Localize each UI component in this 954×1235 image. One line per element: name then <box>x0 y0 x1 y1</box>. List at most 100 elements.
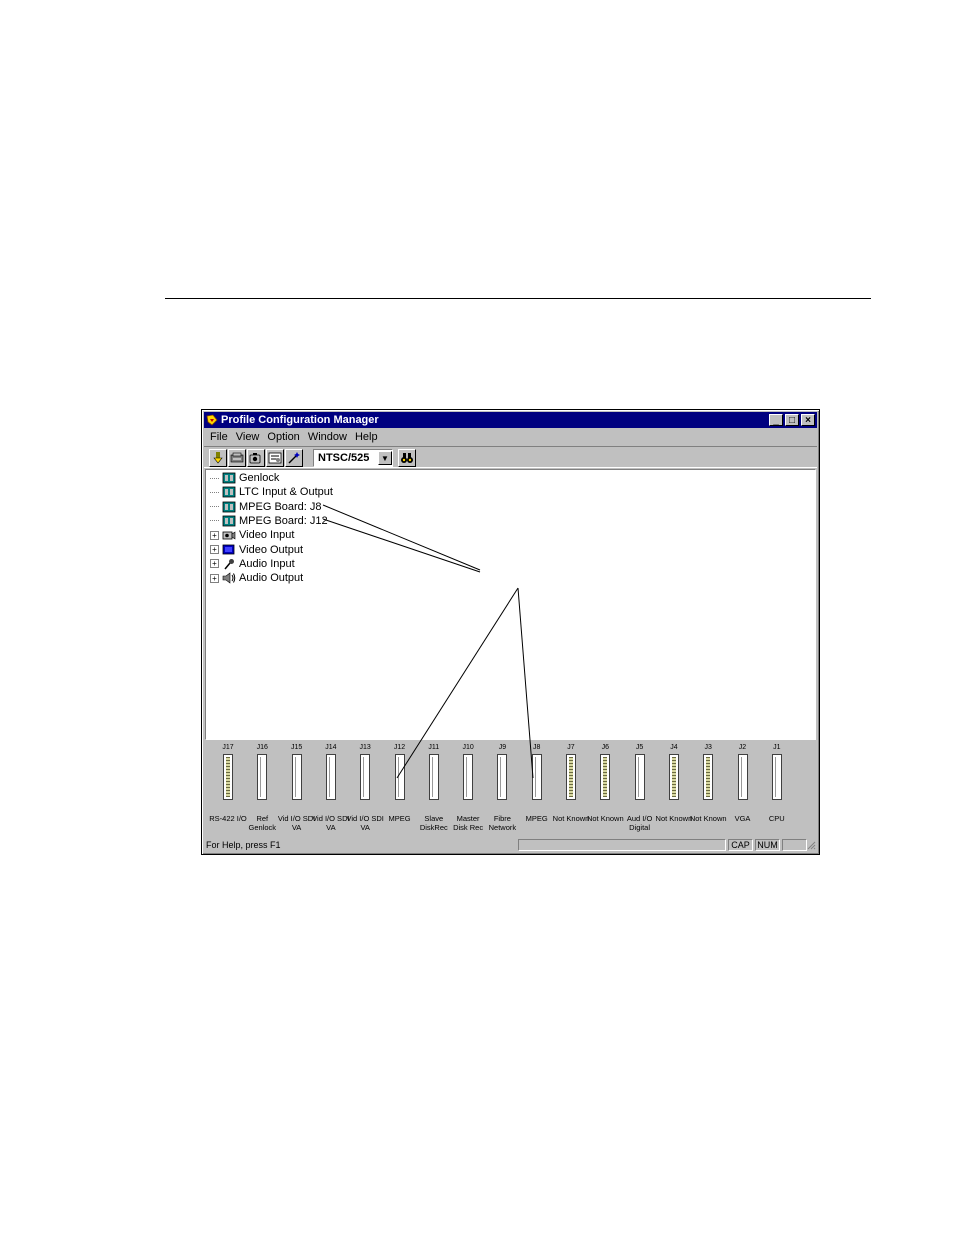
menu-help[interactable]: Help <box>351 431 382 443</box>
connector-pins <box>569 757 573 797</box>
tree-node[interactable]: + Audio Input <box>206 557 295 571</box>
board-icon <box>230 452 244 463</box>
slot-connector[interactable] <box>634 754 645 800</box>
menu-option[interactable]: Option <box>263 431 303 443</box>
slot-board-name: RS-422 I/O <box>209 814 247 823</box>
import-icon <box>213 452 223 464</box>
tree-node[interactable]: + Video Input <box>206 528 294 542</box>
slot-board-name: Aud I/O Digital <box>626 814 653 832</box>
settings-button[interactable] <box>266 449 284 467</box>
status-progress-pane <box>518 839 726 851</box>
tree-node[interactable]: MPEG Board: J8 <box>206 500 322 514</box>
slot-j15[interactable]: J15 Vid I/O SDI VA <box>278 741 315 837</box>
slot-board-name: CPU <box>768 814 785 823</box>
slot-id: J1 <box>773 744 781 751</box>
slot-j7[interactable]: J7 Not Known <box>553 741 590 837</box>
wizard-button[interactable] <box>285 449 303 467</box>
slot-j3[interactable]: J3 Not Known <box>689 741 727 837</box>
menu-view[interactable]: View <box>232 431 264 443</box>
slot-j14[interactable]: J14 Vid I/O SDI VA <box>312 741 349 837</box>
connector-pins <box>671 757 676 797</box>
video-standard-select[interactable]: NTSC/525 ▼ <box>313 449 393 467</box>
board-button[interactable] <box>228 449 246 467</box>
app-icon[interactable] <box>206 414 218 426</box>
slot-connector[interactable] <box>257 754 268 800</box>
tree-node[interactable]: + Audio Output <box>206 571 303 585</box>
board-icon <box>222 472 236 484</box>
slot-connector[interactable] <box>360 754 371 800</box>
slot-connector[interactable] <box>394 754 405 800</box>
menu-window[interactable]: Window <box>304 431 351 443</box>
close-button[interactable]: × <box>801 414 815 426</box>
tree-connector <box>210 506 219 508</box>
tree-node-label: MPEG Board: J8 <box>239 500 322 513</box>
connector-pins <box>328 757 334 797</box>
tree-node-label: Video Output <box>239 543 304 556</box>
chevron-down-icon[interactable]: ▼ <box>378 451 392 465</box>
slot-j1[interactable]: J1 CPU <box>760 741 794 837</box>
slot-connector[interactable] <box>463 754 474 800</box>
minimize-button[interactable]: _ <box>769 414 783 426</box>
slot-j13[interactable]: J13 Vid I/O SDI VA <box>346 741 383 837</box>
expand-icon[interactable]: + <box>210 573 219 583</box>
slot-j10[interactable]: J10 Master Disk Rec <box>451 741 485 837</box>
tree-node[interactable]: Genlock <box>206 471 279 485</box>
slot-id: J16 <box>256 744 268 751</box>
tree-connector <box>210 491 219 493</box>
slot-j5[interactable]: J5 Aud I/O Digital <box>623 741 657 837</box>
slot-j11[interactable]: J11 Slave DiskRec <box>417 741 451 837</box>
slot-j16[interactable]: J16 Ref Genlock <box>245 741 279 837</box>
camera-button[interactable] <box>247 449 265 467</box>
monitor-icon <box>222 544 236 556</box>
slot-connector[interactable] <box>668 754 679 800</box>
tree-node[interactable]: MPEG Board: J12 <box>206 514 328 528</box>
slot-connector[interactable] <box>703 754 714 800</box>
connector-pins <box>534 757 540 797</box>
tree-node[interactable]: LTC Input & Output <box>206 485 333 499</box>
slot-connector[interactable] <box>771 754 782 800</box>
slot-connector[interactable] <box>737 754 748 800</box>
slot-connector[interactable] <box>497 754 508 800</box>
slot-id: J3 <box>704 744 712 751</box>
window-title: Profile Configuration Manager <box>221 414 379 426</box>
slot-j8[interactable]: J8 MPEG <box>520 741 554 837</box>
slot-j9[interactable]: J9 Fibre Network <box>485 741 519 837</box>
slot-connector[interactable] <box>566 754 576 800</box>
slot-connector[interactable] <box>428 754 439 800</box>
slot-id: J6 <box>601 744 609 751</box>
connector-pins <box>466 757 472 797</box>
slot-id: J14 <box>325 744 337 751</box>
slot-j17[interactable]: J17 RS-422 I/O <box>209 741 247 837</box>
title-bar[interactable]: Profile Configuration Manager _ □ × <box>204 412 817 428</box>
slot-connector[interactable] <box>531 754 542 800</box>
slot-j4[interactable]: J4 Not Known <box>656 741 693 837</box>
maximize-button[interactable]: □ <box>785 414 799 426</box>
find-button[interactable] <box>398 449 416 467</box>
camera-icon <box>222 529 236 541</box>
connector-pins <box>260 757 266 797</box>
tree-node[interactable]: + Video Output <box>206 543 303 557</box>
configuration-tree[interactable]: Genlock LTC Input & Output MPEG Board: J8 M… <box>205 469 816 740</box>
expand-icon[interactable]: + <box>210 530 219 540</box>
slot-j12[interactable]: J12 MPEG <box>383 741 417 837</box>
slot-id: J4 <box>670 744 678 751</box>
slot-connector[interactable] <box>223 754 233 800</box>
slot-connector[interactable] <box>600 754 611 800</box>
slot-j6[interactable]: J6 Not Known <box>587 741 624 837</box>
slot-board-name: Ref Genlock <box>248 814 277 832</box>
slot-connector[interactable] <box>291 754 302 800</box>
expand-icon[interactable]: + <box>210 559 219 569</box>
expand-icon[interactable]: + <box>210 545 219 554</box>
slot-j2[interactable]: J2 VGA <box>726 741 760 837</box>
import-button[interactable] <box>209 449 227 467</box>
slot-board-name: MPEG <box>525 814 548 823</box>
connector-pins <box>774 757 780 797</box>
slot-id: J15 <box>290 744 303 751</box>
menu-file[interactable]: File <box>206 431 232 443</box>
connector-pins <box>500 757 506 797</box>
slot-id: J8 <box>532 744 541 751</box>
slot-connector[interactable] <box>325 754 336 800</box>
tree-node-label: Video Input <box>239 529 295 542</box>
slot-board-name: Not Known <box>689 814 727 823</box>
resize-grip-icon[interactable] <box>806 840 816 850</box>
